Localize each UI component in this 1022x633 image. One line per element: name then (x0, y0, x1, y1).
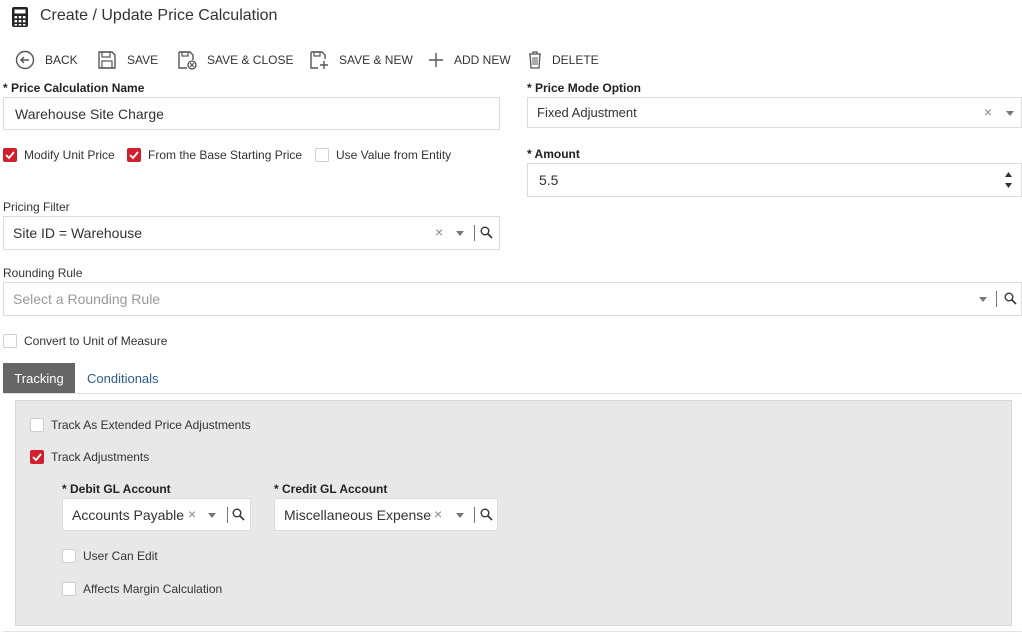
name-input[interactable]: Warehouse Site Charge (3, 97, 500, 130)
check-icon (5, 151, 15, 160)
use-entity-label: Use Value from Entity (336, 148, 452, 162)
affects-margin-label: Affects Margin Calculation (83, 582, 223, 596)
amount-stepper[interactable]: 5.5 (527, 163, 1022, 197)
floppy-disk-icon (98, 51, 116, 69)
add-new-button[interactable]: ADD NEW (428, 46, 511, 74)
chevron-down-icon[interactable] (979, 297, 987, 302)
modify-unit-price-label: Modify Unit Price (24, 148, 115, 162)
rounding-rule-label: Rounding Rule (3, 266, 83, 280)
title-bar: Create / Update Price Calculation (0, 0, 1022, 34)
track-extended-checkbox[interactable] (30, 418, 44, 432)
name-value: Warehouse Site Charge (15, 105, 164, 122)
search-icon[interactable] (232, 508, 245, 521)
save-button[interactable]: SAVE (97, 46, 158, 74)
tab-conditionals[interactable]: Conditionals (87, 371, 159, 386)
track-adjustments-label: Track Adjustments (51, 450, 150, 464)
rounding-rule-placeholder: Select a Rounding Rule (13, 291, 161, 307)
amount-value: 5.5 (539, 172, 559, 188)
back-label: BACK (45, 53, 78, 67)
affects-margin-checkbox[interactable] (62, 582, 76, 596)
delete-button[interactable]: DELETE (528, 46, 599, 74)
tab-divider (3, 393, 1022, 394)
debit-gl-value: Accounts Payable (72, 506, 185, 523)
trash-icon (529, 51, 541, 69)
credit-gl-select[interactable]: Miscellaneous Expense (274, 498, 498, 531)
use-entity-checkbox[interactable] (315, 148, 329, 162)
separator (227, 507, 228, 523)
save-close-label: SAVE & CLOSE (207, 53, 294, 67)
bottom-divider (3, 631, 1022, 632)
save-new-label: SAVE & NEW (339, 53, 413, 67)
pricing-filter-label: Pricing Filter (3, 200, 70, 214)
tab-tracking-label: Tracking (14, 371, 64, 386)
chevron-down-icon[interactable] (456, 231, 464, 236)
stepper-arrows-icon[interactable] (1004, 171, 1013, 189)
credit-gl-label: * Credit GL Account (274, 482, 388, 496)
search-icon[interactable] (480, 508, 493, 521)
back-button[interactable]: BACK (15, 46, 78, 74)
separator (474, 225, 475, 241)
pricing-filter-value: Site ID = Warehouse (13, 225, 143, 241)
user-can-edit-checkbox[interactable] (62, 549, 76, 563)
separator (996, 291, 997, 307)
chevron-down-icon[interactable] (208, 513, 216, 518)
clear-icon[interactable]: × (188, 507, 196, 521)
amount-label: * Amount (527, 147, 580, 161)
tab-tracking[interactable]: Tracking (3, 363, 75, 394)
calculator-icon (12, 7, 28, 27)
from-base-checkbox[interactable] (127, 148, 141, 162)
toolbar: BACK SAVE SAVE & CLOSE SAVE & NEW ADD NE… (0, 46, 1022, 74)
from-base-label: From the Base Starting Price (148, 148, 303, 162)
mode-label: * Price Mode Option (527, 81, 642, 95)
convert-uom-label: Convert to Unit of Measure (24, 334, 168, 348)
add-new-label: ADD NEW (454, 53, 511, 67)
credit-gl-value: Miscellaneous Expense (284, 506, 432, 523)
save-label: SAVE (127, 53, 159, 67)
track-adjustments-checkbox[interactable] (30, 450, 44, 464)
plus-icon (429, 53, 443, 67)
modify-unit-price-checkbox[interactable] (3, 148, 17, 162)
delete-label: DELETE (552, 53, 599, 67)
search-icon[interactable] (1004, 292, 1017, 305)
tab-conditionals-label: Conditionals (87, 371, 159, 386)
back-arrow-icon (15, 50, 35, 70)
separator (474, 507, 475, 523)
mode-value: Fixed Adjustment (537, 105, 637, 120)
save-close-icon (178, 51, 197, 70)
rounding-rule-select[interactable]: Select a Rounding Rule (3, 282, 1022, 316)
clear-icon[interactable]: × (435, 225, 443, 239)
debit-gl-select[interactable]: Accounts Payable (62, 498, 251, 531)
save-new-button[interactable]: SAVE & NEW (309, 46, 413, 74)
debit-gl-label: * Debit GL Account (62, 482, 171, 496)
save-new-icon (310, 51, 328, 69)
chevron-down-icon[interactable] (456, 513, 464, 518)
track-extended-label: Track As Extended Price Adjustments (51, 418, 251, 432)
name-label: * Price Calculation Name (3, 81, 145, 95)
check-icon (129, 151, 139, 160)
clear-icon[interactable]: × (434, 507, 442, 521)
pricing-filter-select[interactable]: Site ID = Warehouse (3, 216, 500, 250)
check-icon (32, 453, 42, 462)
mode-select[interactable]: Fixed Adjustment (527, 97, 1022, 128)
clear-icon[interactable]: × (984, 105, 992, 119)
page-title: Create / Update Price Calculation (40, 7, 278, 24)
convert-uom-checkbox[interactable] (3, 334, 17, 348)
chevron-down-icon[interactable] (1006, 111, 1014, 116)
save-close-button[interactable]: SAVE & CLOSE (177, 46, 293, 74)
search-icon[interactable] (480, 226, 493, 239)
user-can-edit-label: User Can Edit (83, 549, 158, 563)
